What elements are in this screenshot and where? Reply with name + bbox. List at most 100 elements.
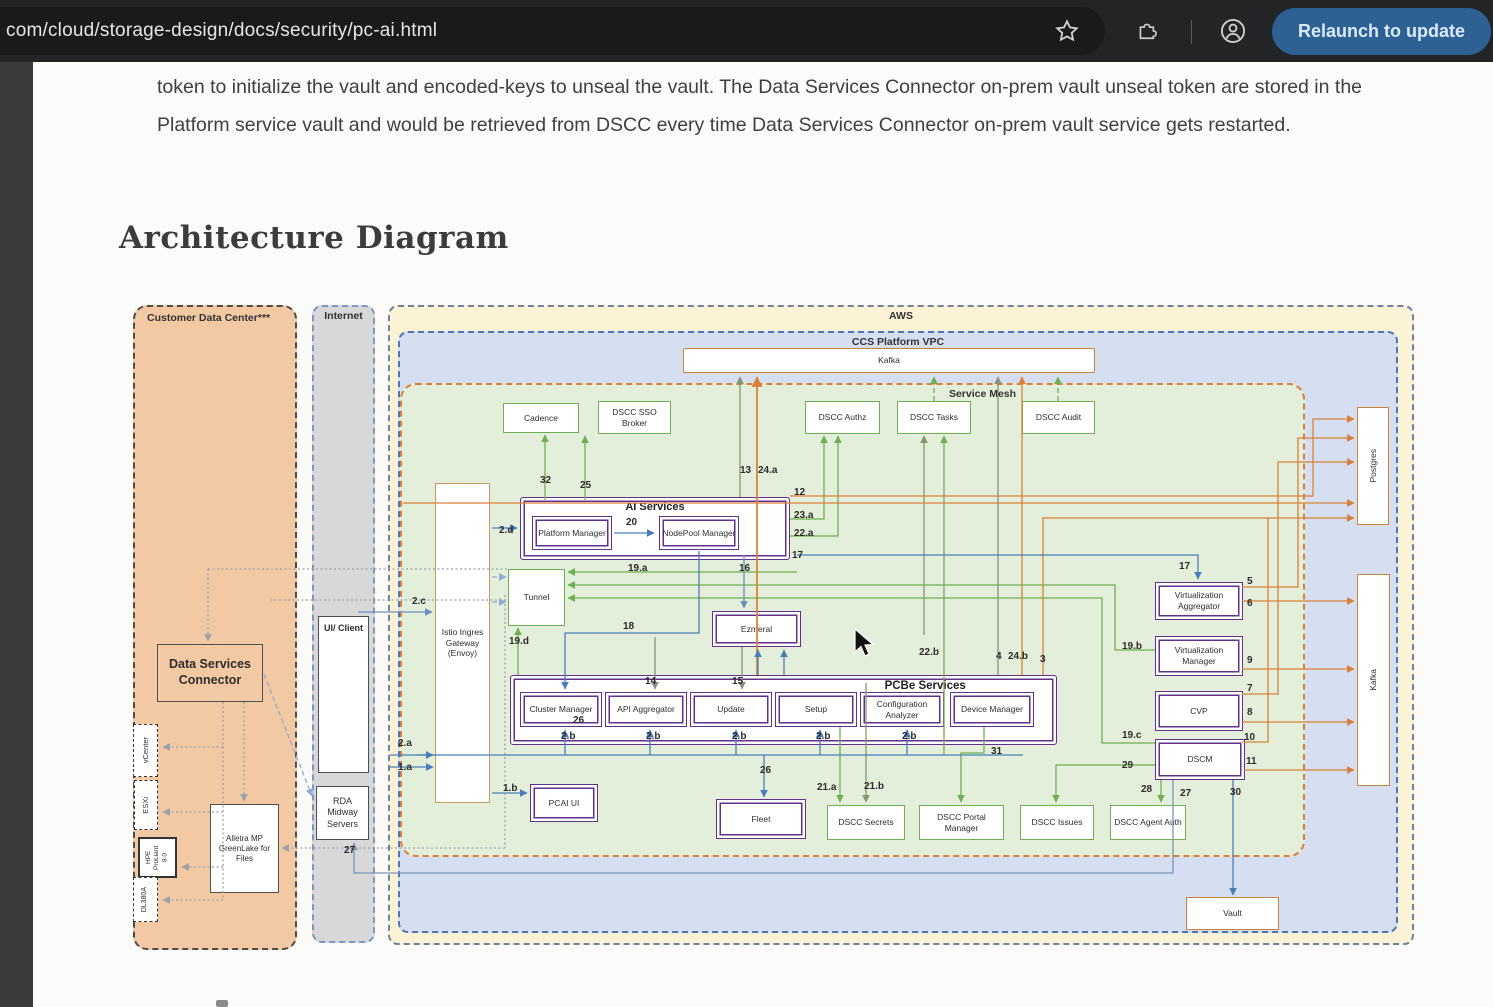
edge-label: 31 [991,746,1002,757]
node-ui-client: UI/ Client [318,616,369,773]
node-istio-ingress-gateway: Istio Ingres Gateway (Envoy) [435,483,490,803]
edge-label: 2.b [902,731,916,742]
next-heading-stub [216,1000,228,1007]
edge-label: 2.b [816,731,830,742]
edge-label: 12 [794,487,805,498]
node-dscc-audit: DSCC Audit [1022,401,1095,434]
edge-label: 19.d [509,636,529,647]
profile-icon[interactable] [1216,14,1250,48]
screenshot-root: { "browser": { "url": "com/cloud/storage… [0,0,1493,1007]
kafka-top-bus: Kafka [683,348,1095,373]
edge-label: 17 [1179,561,1190,572]
node-dscc-authz: DSCC Authz [805,401,880,434]
edge-label: 24.a [758,465,777,476]
edge-label: 1.b [503,783,517,794]
edge-label: 19.a [628,563,647,574]
node-data-services-connector: Data Services Connector [157,644,263,702]
node-dscc-portal-manager: DSCC Portal Manager [919,805,1004,840]
node-cadence: Cadence [503,403,579,433]
body-paragraph: token to initialize the vault and encode… [157,68,1437,144]
node-device-manager: Device Manager [950,692,1034,727]
edge-label: 28 [1141,784,1152,795]
edge-label: 2.d [499,525,513,536]
node-dl380a: DL380A [133,877,158,922]
browser-toolbar: com/cloud/storage-design/docs/security/p… [0,0,1493,62]
edge-label: 21.b [864,781,884,792]
node-nodepool-manager: NodePool Manager [659,516,739,550]
edge-label: 19.c [1122,730,1141,741]
edge-label: 7 [1247,683,1253,694]
architecture-diagram: Customer Data Center*** Internet AWS CCS… [118,295,1428,957]
address-bar[interactable]: com/cloud/storage-design/docs/security/p… [0,7,1105,55]
node-vault: Vault [1186,897,1279,930]
edge-label: 4 [996,651,1002,662]
edge-label: 9 [1247,655,1253,666]
edge-label: 8 [1247,707,1253,718]
node-virtualization-manager: Virtualization Manager [1155,636,1243,676]
extensions-icon[interactable] [1130,14,1164,48]
node-cluster-manager: Cluster Manager [520,692,602,727]
edge-label: 2.c [412,596,426,607]
edge-label: 26 [760,765,771,776]
edge-label: 2.b [561,731,575,742]
edge-label: 18 [623,621,634,632]
node-pcai-ui: PCAI UI [530,784,598,822]
edge-label: 15 [732,676,743,687]
edge-label: 17 [792,550,803,561]
aws-label: AWS [390,310,1412,322]
node-dscc-tasks: DSCC Tasks [897,401,971,434]
pcbe-services-label: PCBe Services [794,680,1056,692]
node-dscc-secrets: DSCC Secrets [827,805,905,840]
page-title: Architecture Diagram [119,220,509,256]
node-dscc-issues: DSCC Issues [1020,805,1094,840]
node-dscc-sso-broker: DSCC SSO Broker [598,401,671,434]
node-setup: Setup [775,692,857,727]
edge-label: 27 [344,845,355,856]
customer-data-center-label: Customer Data Center*** [147,312,270,324]
edge-label: 32 [540,475,551,486]
edge-label: 25 [580,480,591,491]
edge-label: 26 [573,715,584,726]
node-kafka-right: Kafka [1357,574,1390,786]
kafka-top-label: Kafka [878,355,900,366]
edge-label: 21.a [817,782,836,793]
node-esxi: ESXi [134,780,158,830]
edge-label: 6 [1247,598,1253,609]
ai-services-label: AI Services [521,501,789,513]
edge-label: 2.b [646,731,660,742]
node-dscc-agent-auth: DSCC Agent Auth [1110,805,1186,840]
edge-label: 22.a [794,528,813,539]
edge-label: 13 [740,465,751,476]
node-cvp: CVP [1155,691,1243,731]
node-ezmeral: Ezmeral [712,611,801,647]
toolbar-divider [1191,20,1192,44]
node-alletra-mp-greenlake: Alletra MP GreenLake for Files [210,804,279,893]
mouse-cursor [853,628,875,658]
bookmark-star-icon[interactable] [1050,14,1084,48]
edge-label: 23.a [794,510,813,521]
service-mesh-label: Service Mesh [532,388,1433,400]
edge-label: 11 [1246,756,1257,767]
node-tunnel: Tunnel [508,569,565,626]
node-dscm: DSCM [1155,739,1245,780]
url-text[interactable]: com/cloud/storage-design/docs/security/p… [6,20,437,42]
edge-label: 22.b [919,647,939,658]
edge-label: 24.b [1008,651,1028,662]
edge-label: 14 [645,676,656,687]
node-api-aggregator: API Aggregator [605,692,687,727]
edge-label: 19.b [1122,641,1142,652]
node-vcenter: vCenter [133,724,158,777]
edge-label: 27 [1180,788,1191,799]
edge-label: 1.a [398,762,412,773]
node-rda-midway-servers: RDA Midway Servers [316,786,369,840]
window-left-edge [0,62,33,1007]
edge-label: 2.b [732,731,746,742]
edge-label: 10 [1244,732,1255,743]
node-platform-manager: Platform Manager [532,516,612,550]
relaunch-to-update-button[interactable]: Relaunch to update [1272,8,1491,55]
node-virtualization-aggregator: Virtualization Aggregator [1155,582,1243,620]
edge-label: 3 [1040,654,1046,665]
node-postgres: Postgres [1357,407,1389,525]
internet-label: Internet [314,310,373,322]
edge-label: 20 [626,517,637,528]
